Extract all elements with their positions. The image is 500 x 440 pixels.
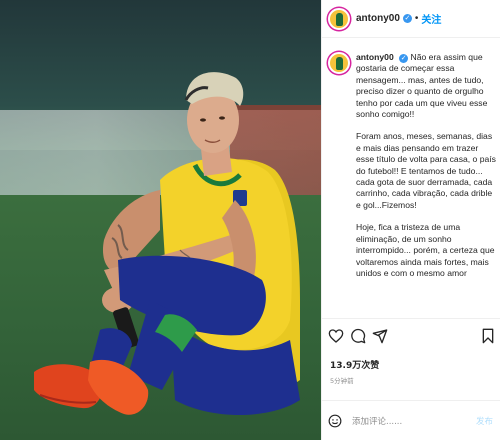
caption-paragraph-3: Hoje, fica a tristeza de uma eliminação,… <box>356 222 495 278</box>
caption-area: antony00 ✓ Não era assim que gostaria de… <box>322 46 500 316</box>
username[interactable]: antony00 <box>356 13 400 24</box>
post-header: antony00 ✓ • 关注 <box>322 0 500 38</box>
verified-badge-icon: ✓ <box>399 54 409 63</box>
bookmark-icon[interactable] <box>480 328 496 344</box>
comment-icon[interactable] <box>350 328 366 344</box>
post-comment-button[interactable]: 发布 <box>476 415 493 427</box>
caption-paragraph-2: Foram anos, meses, semanas, dias e mais … <box>356 131 496 210</box>
share-icon[interactable] <box>372 328 388 344</box>
player-illustration <box>34 72 300 415</box>
post-side-panel: antony00 ✓ • 关注 antony00 ✓ Não era assim… <box>321 0 500 440</box>
comment-input[interactable]: 添加评论...... <box>352 415 476 427</box>
caption-paragraph-1: Não era assim que gostaria de começar es… <box>356 52 488 120</box>
post-timestamp: 5分钟前 <box>330 377 354 385</box>
post-image[interactable] <box>0 0 321 440</box>
caption-text: antony00 ✓ Não era assim que gostaria de… <box>356 52 498 290</box>
separator: • <box>414 13 419 24</box>
caption-avatar[interactable] <box>328 52 350 74</box>
verified-badge-icon: ✓ <box>402 14 412 23</box>
heart-icon[interactable] <box>328 328 344 344</box>
caption-username[interactable]: antony00 <box>356 52 394 62</box>
divider <box>322 318 500 319</box>
action-bar <box>328 328 496 346</box>
follow-button[interactable]: 关注 <box>421 11 441 26</box>
comment-bar: 添加评论...... 发布 <box>322 401 500 440</box>
avatar[interactable] <box>328 7 350 30</box>
emoji-icon[interactable] <box>328 414 342 428</box>
likes-count[interactable]: 13.9万次赞 <box>330 358 379 371</box>
